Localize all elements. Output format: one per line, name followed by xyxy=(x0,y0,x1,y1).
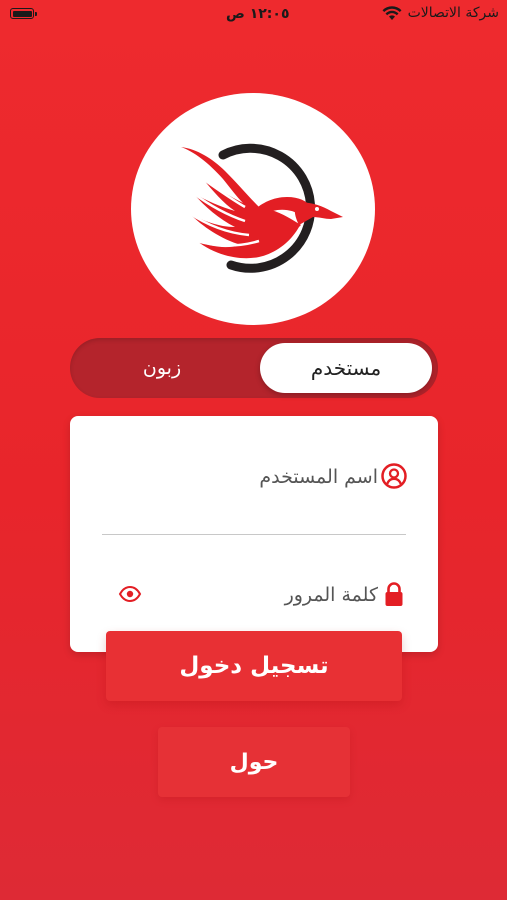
status-time: ١٢:٠٥ ص xyxy=(226,6,290,22)
toggle-option-user[interactable]: مستخدم xyxy=(260,343,432,393)
eye-icon[interactable] xyxy=(118,583,142,605)
password-field xyxy=(70,569,438,621)
carrier-name: شركة الاتصالات xyxy=(407,5,499,21)
logo-container xyxy=(131,93,375,325)
user-circle-icon xyxy=(381,463,407,489)
battery-icon xyxy=(10,8,37,19)
eagle-logo-icon xyxy=(181,143,343,273)
login-form xyxy=(70,416,438,652)
lock-icon xyxy=(385,582,403,606)
user-type-toggle[interactable]: زبون مستخدم xyxy=(70,338,438,398)
status-bar: ١٢:٠٥ ص شركة الاتصالات xyxy=(0,0,507,30)
username-input[interactable] xyxy=(126,451,380,503)
login-button[interactable]: تسجيل دخول xyxy=(106,631,402,701)
toggle-option-customer[interactable]: زبون xyxy=(76,343,248,393)
password-input[interactable] xyxy=(126,569,380,621)
about-button[interactable]: حول xyxy=(158,727,350,797)
form-divider xyxy=(102,534,406,535)
username-field xyxy=(70,451,438,503)
wifi-icon xyxy=(382,6,402,20)
